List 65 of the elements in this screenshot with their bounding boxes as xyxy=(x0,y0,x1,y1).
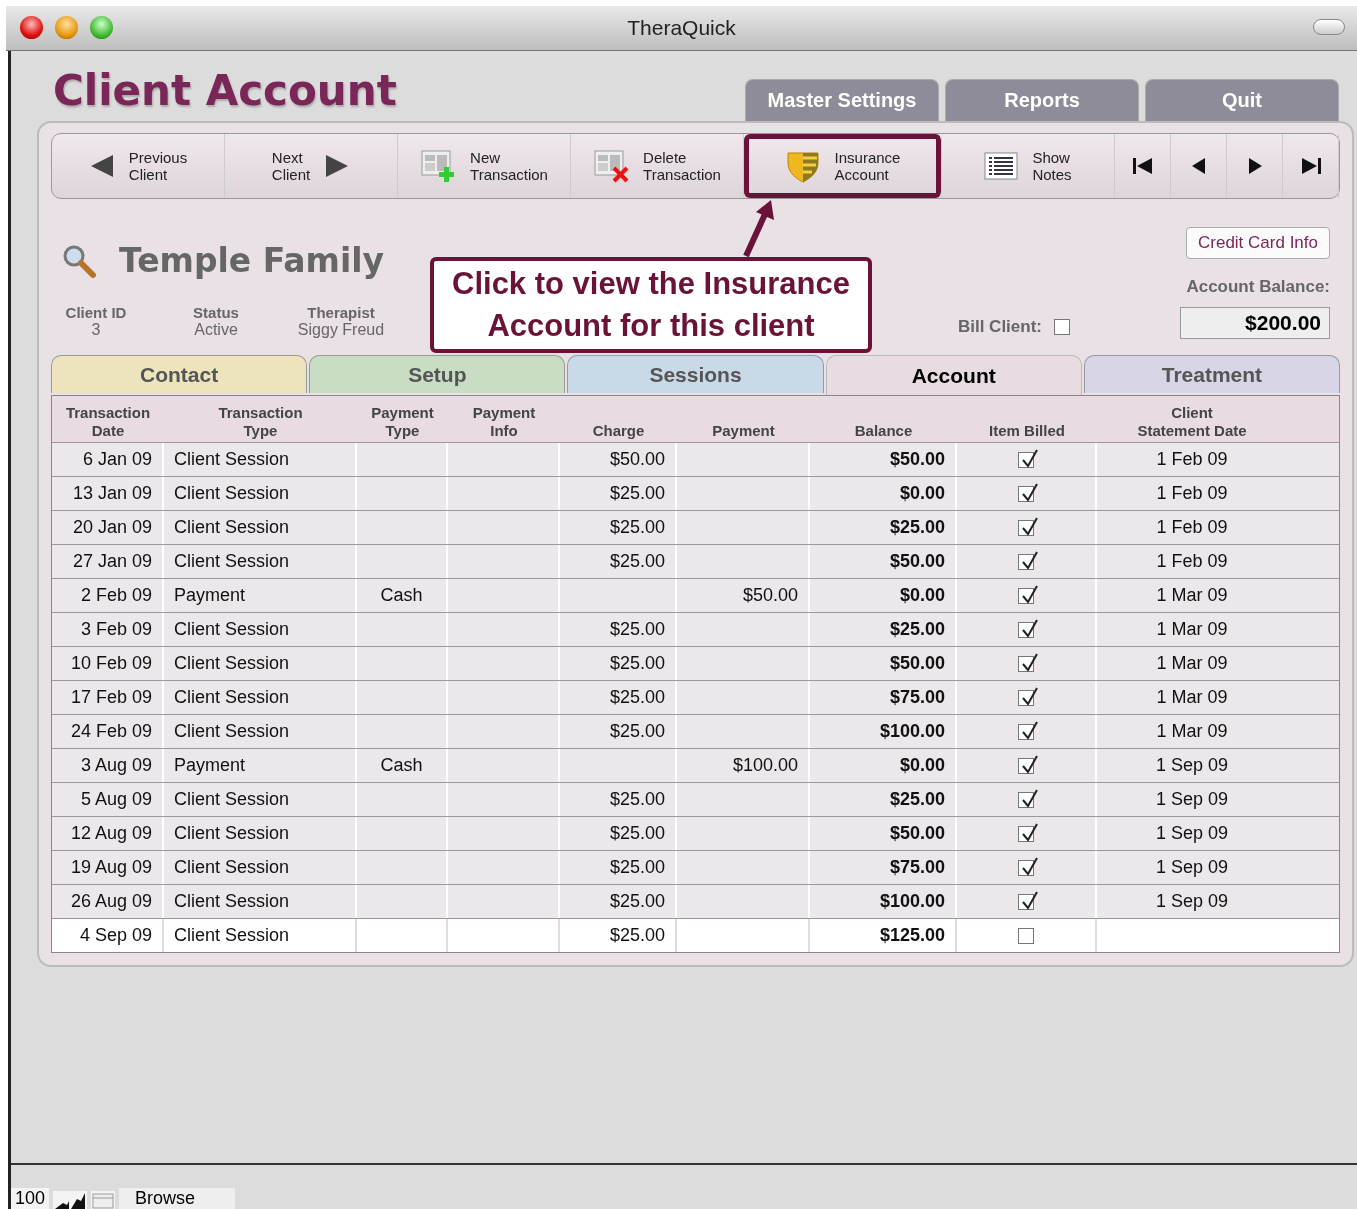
page-title: Client Account xyxy=(53,66,397,115)
mode-label: Browse xyxy=(119,1188,236,1209)
tab[interactable]: Treatment xyxy=(1083,355,1340,393)
table-cell-text: 1 Sep 09 xyxy=(1154,856,1230,879)
account-balance-field: $200.00 xyxy=(1180,307,1330,339)
toolbar-button[interactable]: Show Notes xyxy=(942,134,1115,198)
toolbar-toggle-button[interactable] xyxy=(1313,19,1345,35)
list-icon xyxy=(984,152,1019,180)
account-balance-label: Account Balance: xyxy=(1186,277,1330,297)
toolbar-button[interactable]: Insurance Account xyxy=(744,134,942,198)
table-cell-text: 1 Sep 09 xyxy=(1154,890,1230,913)
close-button[interactable] xyxy=(20,16,43,39)
toolbar-button[interactable]: Previous Client xyxy=(52,134,225,198)
table-cell-text: 1 Feb 09 xyxy=(1155,550,1229,573)
column-header: Balance xyxy=(853,422,914,441)
column-header: Payment xyxy=(711,422,776,441)
column-header: Payment Type xyxy=(370,404,435,441)
document-plus-icon xyxy=(420,149,457,183)
credit-card-info-button[interactable]: Credit Card Info xyxy=(1186,227,1330,259)
column-header: Client Statement Date xyxy=(1136,404,1248,441)
document-x-icon xyxy=(593,149,630,183)
tab[interactable]: Setup xyxy=(309,355,566,393)
field-value: Active xyxy=(194,321,238,339)
zoom-icon[interactable] xyxy=(53,1191,88,1209)
table-cell: $125.00 xyxy=(810,919,957,952)
column-header: Charge xyxy=(591,422,646,441)
client-name: Temple Family xyxy=(119,241,385,280)
field-value: 3 xyxy=(91,321,101,339)
toolbar-button[interactable]: Next Client xyxy=(225,134,398,198)
column-header: Transaction Type xyxy=(217,404,304,441)
table-cell: $25.00 xyxy=(560,919,677,952)
tab[interactable]: Contact xyxy=(51,355,308,393)
bill-client-label: Bill Client: xyxy=(957,317,1042,337)
field-label: Client ID xyxy=(65,304,127,321)
field-label: Status xyxy=(193,304,239,321)
column-header: Transaction Date xyxy=(64,404,152,441)
item-billed-checkbox[interactable] xyxy=(1018,927,1034,944)
table-cell-text: 1 Mar 09 xyxy=(1155,618,1229,641)
table-cell: 4 Sep 09 xyxy=(52,919,164,952)
zoom-level[interactable]: 100 xyxy=(11,1188,50,1209)
window-title: TheraQuick xyxy=(627,16,736,40)
tab[interactable]: Sessions xyxy=(567,355,824,393)
column-header: Item Billed xyxy=(988,422,1066,441)
table-row[interactable]: 4 Sep 09 Client Session $25.00 $125.00 xyxy=(52,918,1339,952)
table-cell-text: 1 Feb 09 xyxy=(1155,448,1229,471)
table-cell-text: 1 Sep 09 xyxy=(1154,822,1230,845)
table-cell-text: 1 Mar 09 xyxy=(1155,686,1229,709)
toolbar-button[interactable]: New Transaction xyxy=(398,134,571,198)
table-cell-text: 1 Feb 09 xyxy=(1155,482,1229,505)
table-cell-text: 1 Feb 09 xyxy=(1155,516,1229,539)
table-cell-text: 1 Mar 09 xyxy=(1155,652,1229,675)
bill-client-checkbox[interactable] xyxy=(1054,319,1070,335)
table-cell-text: 1 Mar 09 xyxy=(1155,584,1229,607)
shield-icon xyxy=(784,149,821,183)
table-cell-text: 1 Sep 09 xyxy=(1154,754,1230,777)
tab[interactable]: Account xyxy=(825,355,1082,395)
left-triangle-icon xyxy=(1130,157,1155,175)
callout-tooltip: Click to view the Insurance Account for this client xyxy=(430,257,872,353)
table-cell-text: 1 Sep 09 xyxy=(1154,788,1230,811)
column-header: Payment Info xyxy=(471,404,537,441)
field-label: Therapist xyxy=(307,304,375,321)
table-cell-text: 1 Mar 09 xyxy=(1155,720,1229,743)
table-cell: Client Session xyxy=(164,919,357,952)
field-value: Siggy Freud xyxy=(297,321,385,339)
toolbar-button[interactable]: Delete Transaction xyxy=(571,134,744,198)
